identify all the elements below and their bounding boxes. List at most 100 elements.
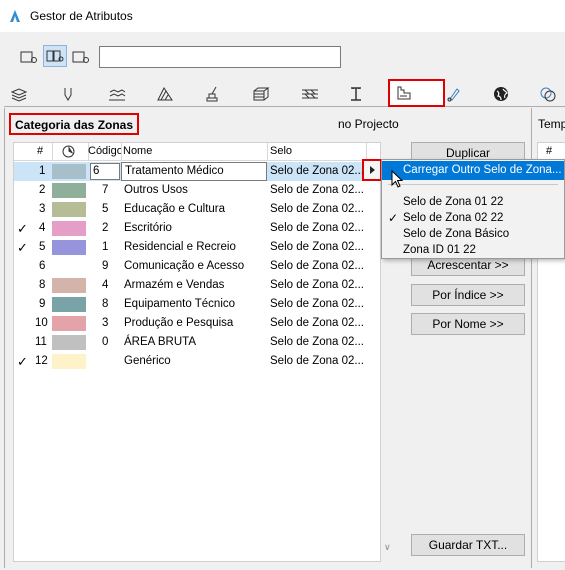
table-header: # Código Nome Selo	[14, 143, 380, 161]
tab-profiles[interactable]	[297, 83, 323, 105]
row-code: 3	[102, 317, 109, 329]
name-column-header[interactable]: Nome	[123, 145, 152, 157]
tab-columns[interactable]	[343, 83, 369, 105]
table-row[interactable]: ✓ 5 1 Residencial e Recreio Selo de Zona 02.…	[14, 238, 366, 257]
scroll-down-arrow-icon[interactable]: ∨	[384, 542, 391, 553]
zone-category-table[interactable]: # Código Nome Selo 1 6 Tratamento Médico Se…	[13, 142, 381, 562]
row-stamp[interactable]: Selo de Zona 02...	[270, 355, 364, 367]
list-view-button[interactable]	[17, 46, 41, 68]
menu-item-stamp[interactable]: Zona ID 01 22	[382, 241, 564, 260]
row-code: 5	[102, 203, 109, 215]
row-index: 9	[39, 298, 46, 310]
surface-icon	[157, 87, 173, 101]
row-stamp[interactable]: Selo de Zona 02...	[270, 184, 364, 196]
code-column-header[interactable]: Código	[88, 145, 122, 157]
row-index: 12	[35, 355, 48, 367]
row-name: Comunicação e Acesso	[124, 260, 245, 272]
row-stamp[interactable]: Selo de Zona 02...	[270, 203, 364, 215]
color-swatch[interactable]	[52, 202, 86, 217]
project-label: no Projecto	[338, 117, 399, 131]
color-swatch[interactable]	[52, 240, 86, 255]
marker-icon	[447, 88, 460, 102]
section-title: Categoria das Zonas	[9, 113, 140, 135]
menu-item-load-other-stamp[interactable]: Carregar Outro Selo de Zona...	[382, 161, 564, 180]
tab-building-materials[interactable]	[200, 83, 226, 105]
index-column-header[interactable]: #	[37, 145, 43, 157]
tab-mep[interactable]	[535, 83, 561, 105]
table-row[interactable]: 2 7 Outros Usos Selo de Zona 02...	[14, 181, 366, 200]
color-swatch[interactable]	[52, 278, 86, 293]
color-swatch[interactable]	[52, 164, 86, 179]
tab-surfaces[interactable]	[152, 83, 178, 105]
dual-view-button[interactable]	[43, 45, 67, 67]
table-row[interactable]: 1 6 Tratamento Médico Selo de Zona 02...	[14, 162, 366, 181]
row-stamp[interactable]: Selo de Zona 02...	[270, 336, 364, 348]
checkmark-icon: ✓	[17, 240, 28, 255]
row-stamp[interactable]: Selo de Zona 02...	[270, 317, 364, 329]
row-stamp[interactable]: Selo de Zona 02...	[270, 279, 364, 291]
table-row[interactable]: 3 5 Educação e Cultura Selo de Zona 02...	[14, 200, 366, 219]
row-name: Armazém e Vendas	[124, 279, 225, 291]
save-txt-button[interactable]: Guardar TXT...	[411, 534, 525, 556]
table-row[interactable]: 6 9 Comunicação e Acesso Selo de Zona 02...	[14, 257, 366, 276]
table-row[interactable]: 10 3 Produção e Pesquisa Selo de Zona 02...	[14, 314, 366, 333]
tab-pens[interactable]	[55, 83, 81, 105]
color-swatch[interactable]	[52, 335, 86, 350]
row-stamp[interactable]: Selo de Zona 02...	[270, 222, 364, 234]
menu-item-label: Carregar Outro Selo de Zona...	[403, 164, 562, 176]
table-row[interactable]: 9 8 Equipamento Técnico Selo de Zona 02...	[14, 295, 366, 314]
row-stamp[interactable]: Selo de Zona 02...	[270, 260, 364, 272]
row-index: 4	[39, 222, 46, 234]
table-row[interactable]: ✓ 4 2 Escritório Selo de Zona 02...	[14, 219, 366, 238]
color-swatch[interactable]	[52, 183, 86, 198]
color-swatch[interactable]	[52, 221, 86, 236]
color-swatch[interactable]	[52, 316, 86, 331]
stamp-column-header[interactable]: Selo	[270, 145, 292, 157]
color-swatch[interactable]	[52, 297, 86, 312]
stamp-menu-button[interactable]	[362, 159, 382, 181]
tab-fills[interactable]	[104, 83, 130, 105]
row-name: Produção e Pesquisa	[124, 317, 234, 329]
menu-item-label: Selo de Zona Básico	[403, 228, 510, 240]
row-code: 4	[102, 279, 109, 291]
menu-separator	[388, 184, 558, 185]
row-name: Equipamento Técnico	[124, 298, 236, 310]
composite-icon	[253, 87, 270, 101]
brush-icon	[206, 86, 218, 102]
row-index: 10	[35, 317, 48, 329]
row-stamp[interactable]: Selo de Zona 02...	[270, 298, 364, 310]
fill-icon	[109, 89, 126, 101]
color-swatch[interactable]	[52, 259, 86, 274]
archicad-logo-icon	[10, 10, 20, 22]
row-stamp[interactable]: Selo de Zona 02...	[270, 165, 364, 177]
row-index: 3	[39, 203, 46, 215]
template-index-header[interactable]: #	[546, 145, 552, 157]
tab-zones[interactable]	[388, 79, 445, 107]
by-name-button[interactable]: Por Nome >>	[411, 313, 525, 335]
table-row[interactable]: ✓ 12 Genérico Selo de Zona 02...	[14, 352, 366, 371]
row-code: 8	[102, 298, 109, 310]
row-code: 1	[102, 241, 109, 253]
tab-markers[interactable]	[442, 83, 466, 105]
row-name: Genérico	[124, 355, 171, 367]
tab-composites[interactable]	[248, 83, 274, 105]
dual-view-icon	[46, 50, 64, 62]
row-code: 7	[102, 184, 109, 196]
search-input[interactable]	[99, 46, 341, 68]
row-code: 9	[102, 260, 109, 272]
name-field[interactable]: Tratamento Médico	[121, 162, 267, 181]
tab-operation-profiles[interactable]	[488, 83, 514, 105]
row-stamp[interactable]: Selo de Zona 02...	[270, 241, 364, 253]
code-field[interactable]: 6	[90, 163, 120, 180]
pen-icon	[64, 88, 72, 101]
row-name: Escritório	[124, 222, 172, 234]
color-column-icon[interactable]	[62, 145, 75, 158]
checkmark-icon: ✓	[388, 211, 399, 225]
by-index-button[interactable]: Por Índice >>	[411, 284, 525, 306]
tab-layers[interactable]	[6, 83, 32, 105]
window-title: Gestor de Atributos	[30, 9, 133, 23]
color-swatch[interactable]	[52, 354, 86, 369]
single-view-button[interactable]	[69, 46, 93, 68]
table-row[interactable]: 11 0 ÁREA BRUTA Selo de Zona 02...	[14, 333, 366, 352]
table-row[interactable]: 8 4 Armazém e Vendas Selo de Zona 02...	[14, 276, 366, 295]
